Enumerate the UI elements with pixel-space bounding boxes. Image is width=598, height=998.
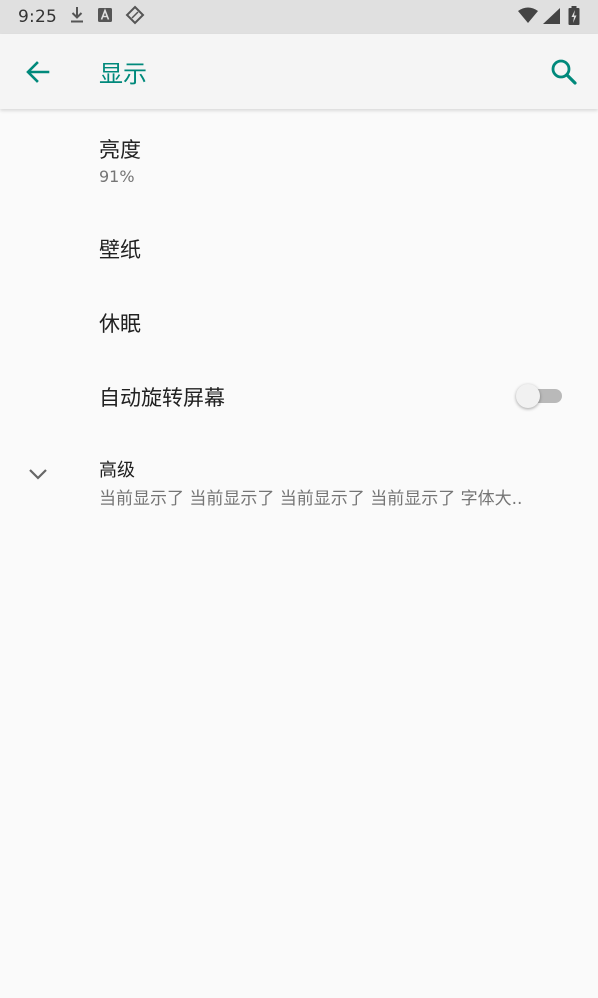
status-time: 9:25 — [18, 7, 57, 27]
pref-brightness-title: 亮度 — [99, 138, 141, 162]
pref-auto-rotate[interactable]: 自动旋转屏幕 — [0, 360, 598, 434]
signal-icon — [542, 7, 560, 29]
pref-brightness-summary: 91% — [99, 167, 135, 186]
download-icon — [69, 6, 85, 28]
status-bar: 9:25 — [0, 0, 598, 34]
search-icon — [551, 59, 577, 85]
auto-rotate-toggle[interactable] — [516, 384, 562, 408]
app-bar: 显示 — [0, 34, 598, 109]
pref-wallpaper-title: 壁纸 — [99, 238, 141, 262]
chevron-down-icon — [29, 469, 47, 480]
pref-advanced[interactable]: 高级 当前显示了 当前显示了 当前显示了 当前显示了 字体大.. — [0, 444, 598, 524]
pref-auto-rotate-title: 自动旋转屏幕 — [99, 386, 225, 410]
wifi-icon — [518, 7, 538, 29]
pref-advanced-title: 高级 — [99, 460, 135, 481]
a-square-icon — [97, 7, 113, 27]
expand-chevron — [26, 462, 50, 486]
pref-sleep[interactable]: 休眠 — [0, 286, 598, 360]
pref-sleep-title: 休眠 — [99, 312, 141, 336]
battery-charging-icon — [568, 6, 580, 30]
display-settings-screen: 9:25 显示 亮度 91% 壁纸 休眠 自动旋转屏幕 高级 当前显示了 当前显… — [0, 0, 598, 998]
back-button[interactable] — [22, 56, 54, 88]
search-button[interactable] — [548, 56, 580, 88]
tag-icon — [125, 5, 145, 29]
arrow-back-icon — [26, 61, 50, 83]
page-title: 显示 — [99, 60, 147, 88]
pref-advanced-summary: 当前显示了 当前显示了 当前显示了 当前显示了 字体大.. — [99, 489, 523, 509]
pref-wallpaper[interactable]: 壁纸 — [0, 212, 598, 286]
status-right-icons — [518, 6, 580, 30]
toggle-thumb — [516, 384, 540, 408]
pref-brightness[interactable]: 亮度 91% — [0, 112, 598, 200]
